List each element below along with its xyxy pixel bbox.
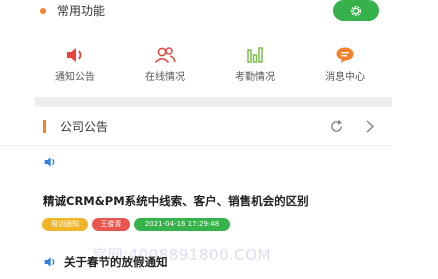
- message-icon: [336, 47, 354, 63]
- common-functions-title: 常用功能: [57, 4, 106, 18]
- function-online-label: 在线情况: [145, 72, 185, 83]
- settings-button[interactable]: [333, 0, 379, 21]
- speaker-icon: [44, 157, 55, 167]
- speaker-icon: [67, 48, 82, 62]
- company-notice-title: 公司公告: [60, 120, 109, 134]
- chevron-right-icon[interactable]: [364, 119, 376, 134]
- speaker-icon: [44, 257, 55, 267]
- notice-tag-category: 培训通知: [42, 218, 88, 231]
- notice-item-title: 精诚CRM&PM系统中线索、客户、销售机会的区别: [43, 194, 309, 208]
- function-attendance[interactable]: 考勤情况: [220, 46, 290, 86]
- function-attendance-label: 考勤情况: [235, 72, 275, 83]
- users-icon: [154, 47, 176, 64]
- function-notice[interactable]: 通知公告: [40, 46, 110, 86]
- gear-icon: [350, 5, 362, 16]
- notice-tag-date: 2021-04-16 17:29:48: [134, 218, 230, 231]
- function-online[interactable]: 在线情况: [130, 46, 200, 86]
- function-messages[interactable]: 消息中心: [310, 46, 380, 86]
- notice-tag-author: 王俊青: [92, 218, 130, 231]
- company-notice-header: 公司公告: [0, 107, 392, 146]
- function-notice-label: 通知公告: [55, 72, 95, 83]
- function-messages-label: 消息中心: [325, 72, 365, 83]
- common-functions-header: 常用功能: [0, 0, 392, 26]
- bar-chart-icon: [247, 47, 263, 63]
- orange-bar: [43, 120, 46, 133]
- section-divider: [35, 97, 392, 107]
- refresh-icon[interactable]: [329, 119, 344, 134]
- orange-dot: [40, 8, 46, 14]
- function-icon-row: 通知公告 在线情况 考勤情况 消息中心: [40, 46, 392, 86]
- notice-item-title: 关于春节的放假通知: [64, 255, 168, 269]
